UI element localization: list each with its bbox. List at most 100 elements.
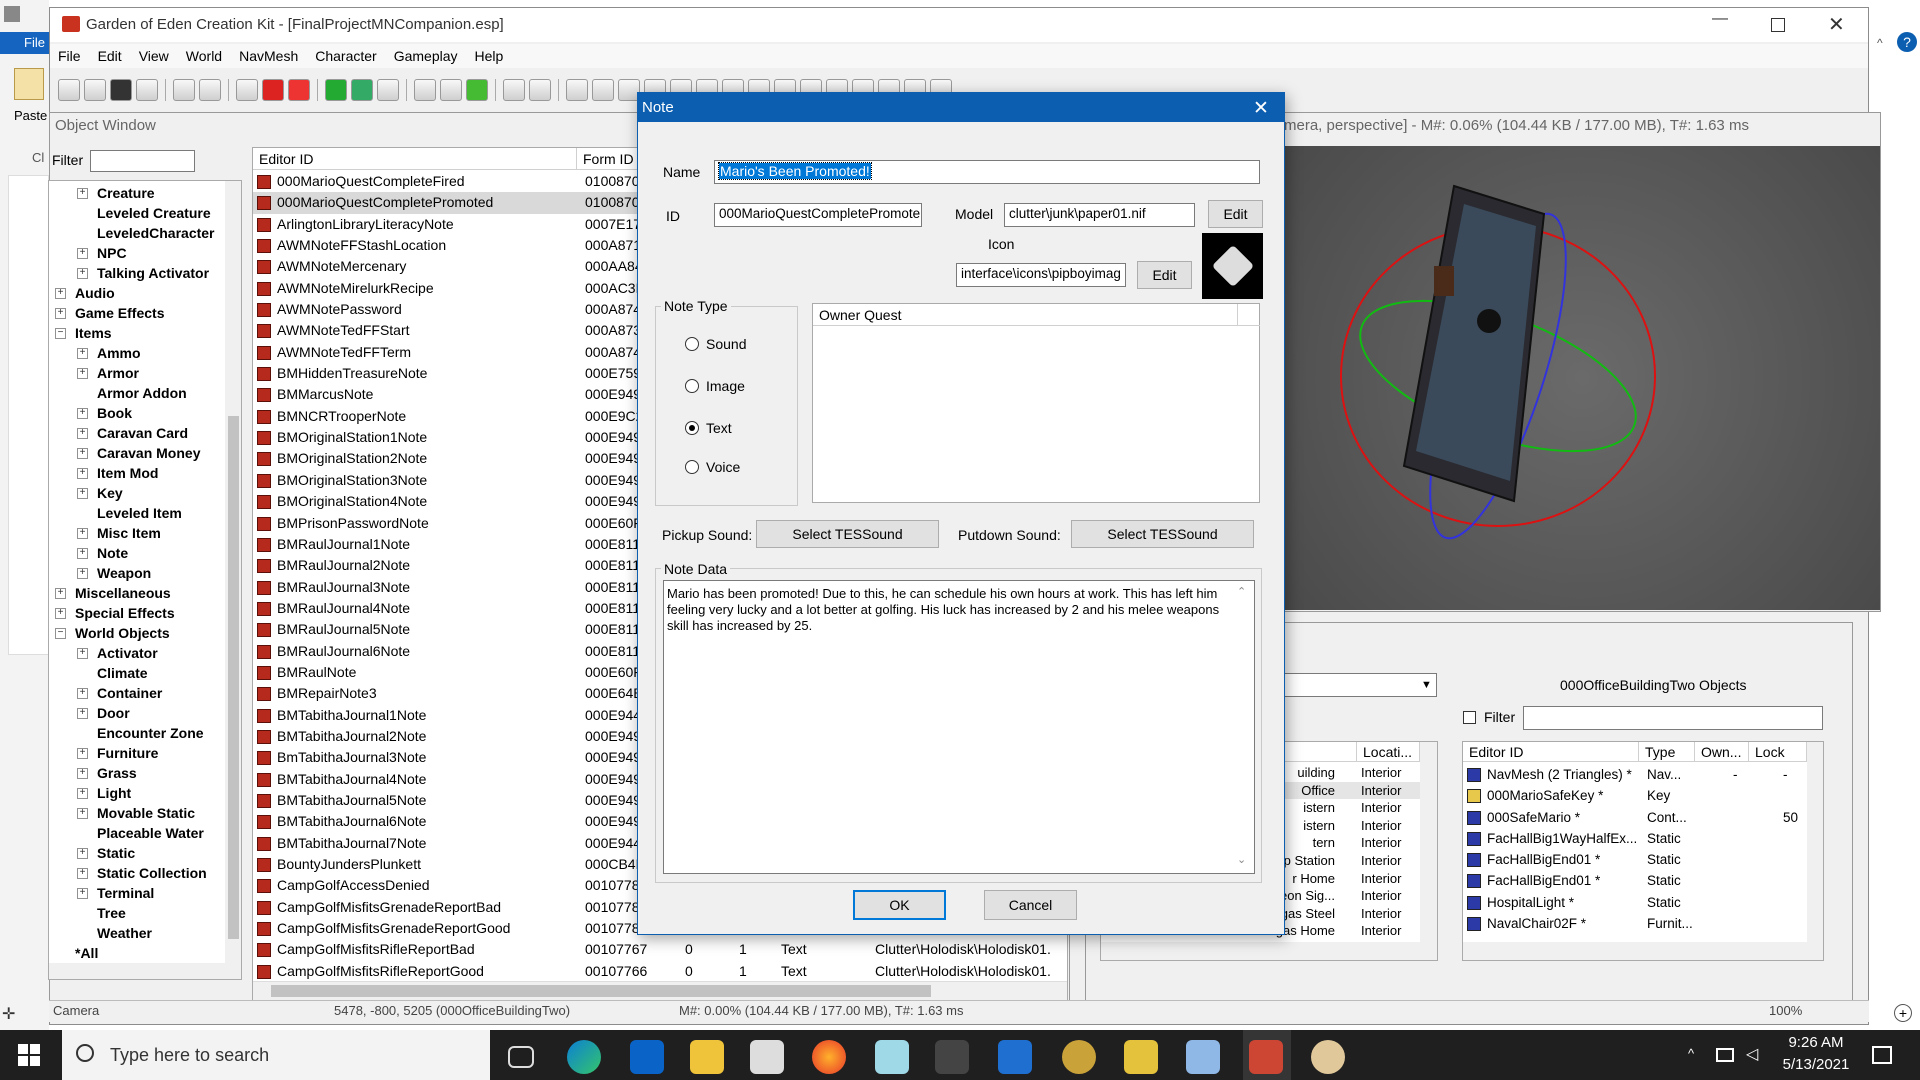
tree-item[interactable]: + Activator — [49, 643, 227, 663]
clock-time[interactable]: 9:26 AM — [1782, 1034, 1850, 1051]
tree-item[interactable]: + Weapon — [49, 563, 227, 583]
tree-item[interactable]: + Armor — [49, 363, 227, 383]
dialog-close-icon[interactable]: ✕ — [1253, 97, 1269, 120]
menu-character[interactable]: Character — [315, 48, 376, 64]
expand-icon[interactable]: + — [77, 848, 88, 859]
navmesh-tool-icon[interactable] — [592, 79, 614, 101]
tree-item[interactable]: + Door — [49, 703, 227, 723]
expand-icon[interactable]: + — [77, 528, 88, 539]
table-row[interactable]: CampGolfMisfitsRifleReportGood 00107766 0 1… — [253, 961, 1067, 982]
world-icon[interactable] — [325, 79, 347, 101]
tray-chevron-icon[interactable]: ^ — [1688, 1046, 1694, 1061]
category-tree[interactable]: + Creature Leveled Creature LeveledCharacte… — [48, 180, 242, 980]
ok-button[interactable]: OK — [853, 890, 946, 920]
tree-item[interactable]: + Key — [49, 483, 227, 503]
object-row[interactable]: 000MarioSafeKey * Key — [1463, 785, 1807, 806]
tree-item[interactable]: + NPC — [49, 243, 227, 263]
file-tab[interactable]: File — [0, 32, 49, 54]
tree-item[interactable]: Leveled Item — [49, 503, 227, 523]
id-field[interactable]: 000MarioQuestCompletePromote — [714, 203, 922, 227]
tree-item[interactable]: Encounter Zone — [49, 723, 227, 743]
expand-icon[interactable]: + — [55, 308, 66, 319]
expand-icon[interactable]: + — [77, 428, 88, 439]
expand-icon[interactable]: + — [77, 368, 88, 379]
cancel-button[interactable]: Cancel — [984, 890, 1077, 920]
navmesh-icon[interactable] — [566, 79, 588, 101]
cell-list-vscroll[interactable] — [1420, 742, 1437, 942]
preferences-icon[interactable] — [136, 79, 158, 101]
object-row[interactable]: NavalChair02F * Furnit... — [1463, 913, 1807, 934]
new-icon[interactable] — [58, 79, 80, 101]
remote-desktop-icon[interactable] — [998, 1040, 1032, 1074]
tree-item[interactable]: + Static Collection — [49, 863, 227, 883]
tree-item[interactable]: Leveled Creature — [49, 203, 227, 223]
expand-icon[interactable]: + — [77, 448, 88, 459]
expand-icon[interactable]: + — [77, 268, 88, 279]
filter-input[interactable] — [90, 150, 195, 172]
object-row[interactable]: FacHallBig1WayHalfEx... Static — [1463, 828, 1807, 849]
tree-item[interactable]: + Special Effects — [49, 603, 227, 623]
redo-icon[interactable] — [199, 79, 221, 101]
expand-icon[interactable]: + — [77, 708, 88, 719]
menu-edit[interactable]: Edit — [98, 48, 122, 64]
tree-item[interactable]: Placeable Water — [49, 823, 227, 843]
col-obj-editor-id[interactable]: Editor ID — [1463, 742, 1639, 762]
tree-item[interactable]: + Talking Activator — [49, 263, 227, 283]
task-view-icon[interactable] — [508, 1046, 534, 1068]
tree-item[interactable]: + Movable Static — [49, 803, 227, 823]
tree-item[interactable]: Armor Addon — [49, 383, 227, 403]
tree-item[interactable]: − World Objects — [49, 623, 227, 643]
minimize-button[interactable]: — — [1712, 10, 1728, 30]
expand-icon[interactable]: + — [77, 248, 88, 259]
tree-item[interactable]: + Game Effects — [49, 303, 227, 323]
clock-date[interactable]: 5/13/2021 — [1778, 1056, 1854, 1073]
col-obj-type[interactable]: Type — [1639, 742, 1695, 762]
col-location[interactable]: Locati... — [1357, 742, 1420, 762]
model-field[interactable]: clutter\junk\paper01.nif — [1004, 203, 1195, 227]
menu-gameplay[interactable]: Gameplay — [394, 48, 458, 64]
expand-icon[interactable]: + — [77, 868, 88, 879]
note-data-textarea[interactable]: Mario has been promoted! Due to this, he… — [663, 580, 1255, 874]
cell-objects-list[interactable]: Editor ID Type Own... Lock NavMesh (2 Tr… — [1462, 741, 1824, 961]
object-row[interactable]: HospitalLight * Static — [1463, 892, 1807, 913]
tree-item[interactable]: + Item Mod — [49, 463, 227, 483]
note-scroll-up-icon[interactable]: ⌃ — [1237, 585, 1246, 598]
expand-icon[interactable]: + — [77, 748, 88, 759]
help-icon[interactable]: ? — [1897, 32, 1917, 52]
expand-icon[interactable]: + — [77, 688, 88, 699]
tree-item[interactable]: + Grass — [49, 763, 227, 783]
object-row[interactable]: NavMesh (2 Triangles) * Nav... - - — [1463, 764, 1807, 785]
havok-icon[interactable] — [377, 79, 399, 101]
tree-item[interactable]: + Audio — [49, 283, 227, 303]
chevron-down-icon[interactable]: ▼ — [1418, 676, 1435, 694]
menu-help[interactable]: Help — [475, 48, 504, 64]
tree-item[interactable]: + Creature — [49, 183, 227, 203]
volume-icon[interactable]: ◁ — [1746, 1044, 1758, 1064]
render-viewport[interactable] — [1284, 146, 1880, 610]
col-owner-quest[interactable]: Owner Quest — [813, 304, 1238, 326]
tree-item[interactable]: Weather — [49, 923, 227, 943]
light-icon[interactable] — [414, 79, 436, 101]
putdown-select-sound-button[interactable]: Select TESSound — [1071, 520, 1254, 548]
expand-icon[interactable]: + — [77, 548, 88, 559]
tree-item[interactable]: *All — [49, 943, 227, 963]
windows-start-icon[interactable] — [18, 1044, 40, 1066]
note-scroll-down-icon[interactable]: ⌄ — [1237, 853, 1246, 866]
expand-icon[interactable]: + — [77, 188, 88, 199]
expand-icon[interactable]: + — [55, 588, 66, 599]
tree-item[interactable]: + Light — [49, 783, 227, 803]
cell-filter-input[interactable] — [1523, 706, 1823, 730]
menu-view[interactable]: View — [139, 48, 169, 64]
file-explorer-icon[interactable] — [690, 1040, 724, 1074]
tree-item[interactable]: + Misc Item — [49, 523, 227, 543]
expand-icon[interactable]: + — [77, 808, 88, 819]
expand-icon[interactable]: + — [77, 348, 88, 359]
close-button[interactable]: ✕ — [1828, 12, 1848, 36]
filter-checkbox[interactable] — [1463, 711, 1476, 724]
tree-item[interactable]: + Static — [49, 843, 227, 863]
menu-world[interactable]: World — [186, 48, 222, 64]
owner-quest-col2[interactable] — [1238, 304, 1260, 326]
save-icon[interactable] — [110, 79, 132, 101]
expand-icon[interactable]: + — [77, 788, 88, 799]
radio-sound[interactable] — [685, 337, 699, 351]
